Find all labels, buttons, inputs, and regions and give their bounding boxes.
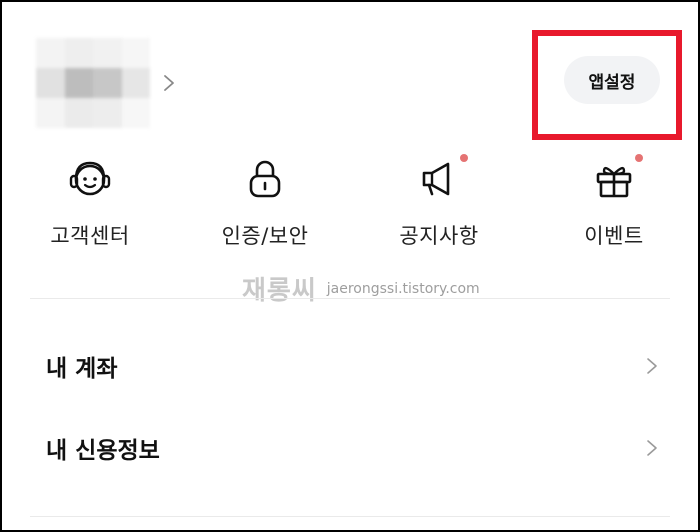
profile-link[interactable] — [36, 38, 176, 128]
quick-menu-label: 공지사항 — [399, 224, 479, 248]
lock-icon — [249, 160, 281, 198]
quick-menu-event[interactable]: 이벤트 — [534, 150, 694, 250]
screen-frame: 앱설정 고객센터 인증/보안 공지사항 이벤트 재롱씨 jaerongssi.t… — [0, 0, 700, 532]
quick-menu-notice[interactable]: 공지사항 — [359, 150, 519, 250]
quick-menu-customer-center[interactable]: 고객센터 — [10, 150, 170, 250]
list-item-label: 내 신용정보 — [46, 438, 160, 464]
quick-menu-label: 인증/보안 — [221, 224, 309, 248]
customer-service-icon — [69, 161, 111, 196]
watermark-logo: 재롱씨 — [242, 276, 317, 306]
chevron-right-icon — [164, 75, 174, 91]
new-badge-dot — [460, 154, 468, 162]
quick-menu: 고객센터 인증/보안 공지사항 이벤트 — [2, 150, 698, 260]
quick-menu-auth-security[interactable]: 인증/보안 — [185, 150, 345, 250]
gift-icon — [596, 166, 632, 198]
chevron-right-icon — [647, 440, 657, 456]
chevron-right-icon — [647, 358, 657, 374]
blurred-profile-name — [36, 38, 150, 128]
quick-menu-label: 고객센터 — [50, 224, 130, 248]
list-item-my-credit-info[interactable]: 내 신용정보 — [2, 418, 698, 478]
app-settings-button[interactable]: 앱설정 — [564, 56, 660, 104]
blog-watermark: 재롱씨 jaerongssi.tistory.com — [242, 270, 480, 307]
quick-menu-label: 이벤트 — [584, 224, 644, 248]
section-divider — [30, 298, 670, 299]
watermark-url: jaerongssi.tistory.com — [326, 280, 480, 297]
megaphone-icon — [422, 162, 450, 196]
new-badge-dot — [635, 154, 643, 162]
list-item-my-account[interactable]: 내 계좌 — [2, 336, 698, 396]
list-item-label: 내 계좌 — [46, 356, 118, 382]
section-divider — [30, 516, 670, 517]
